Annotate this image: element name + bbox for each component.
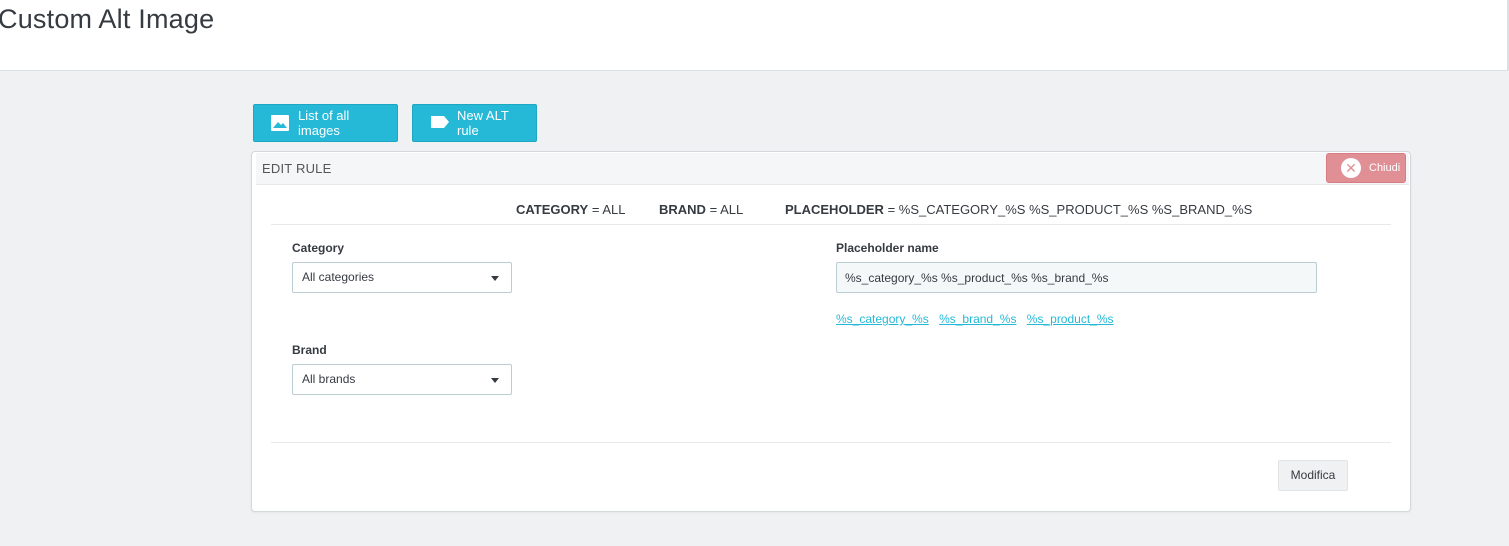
summary-placeholder-value: = %S_CATEGORY_%S %S_PRODUCT_%S %S_BRAND_… (887, 202, 1253, 217)
placeholder-label: Placeholder name (836, 241, 939, 255)
page-header: Custom Alt Image (0, 0, 1509, 71)
summary-brand: BRAND = ALL (659, 202, 743, 217)
tag-icon (429, 114, 449, 132)
divider (271, 224, 1391, 225)
token-link-product[interactable]: %s_product_%s (1027, 312, 1114, 326)
summary-placeholder-key: PLACEHOLDER (785, 202, 884, 217)
summary-category-value: = ALL (591, 202, 626, 217)
summary-brand-value: = ALL (709, 202, 744, 217)
close-label: Chiudi (1369, 162, 1401, 174)
page-title: Custom Alt Image (0, 4, 215, 34)
panel-title: EDIT RULE (262, 161, 332, 176)
list-images-label: List of all images (298, 108, 350, 138)
caret-down-icon (491, 276, 499, 281)
summary-brand-key: BRAND (659, 202, 706, 217)
new-alt-rule-label: New ALT rule (457, 108, 509, 138)
footer-divider (271, 442, 1391, 443)
close-circle-icon: ✕ (1341, 158, 1361, 178)
summary-category-key: CATEGORY (516, 202, 589, 217)
category-select[interactable]: All categories (292, 262, 512, 293)
token-link-category[interactable]: %s_category_%s (836, 312, 929, 326)
list-images-button[interactable]: List of all images (253, 104, 398, 142)
brand-select[interactable]: All brands (292, 364, 512, 395)
token-links: %s_category_%s %s_brand_%s %s_product_%s (836, 312, 1121, 326)
panel-heading: EDIT RULE (256, 153, 1409, 185)
close-button[interactable]: ✕ Chiudi (1326, 153, 1406, 183)
image-icon (270, 114, 290, 132)
brand-select-value: All brands (302, 372, 356, 386)
category-label: Category (292, 241, 345, 255)
modifica-button[interactable]: Modifica (1278, 460, 1348, 491)
edit-rule-panel: EDIT RULE ✕ Chiudi CATEGORY = ALL BRAND … (251, 151, 1411, 512)
new-alt-rule-button[interactable]: New ALT rule (412, 104, 537, 142)
summary-category: CATEGORY = ALL (516, 202, 625, 217)
brand-label: Brand (292, 343, 327, 357)
summary-placeholder: PLACEHOLDER = %S_CATEGORY_%S %S_PRODUCT_… (785, 202, 1252, 217)
category-select-value: All categories (302, 270, 375, 284)
caret-down-icon (491, 378, 499, 383)
placeholder-input[interactable]: %s_category_%s %s_product_%s %s_brand_%s (836, 262, 1317, 293)
placeholder-input-value: %s_category_%s %s_product_%s %s_brand_%s (845, 271, 1109, 285)
token-link-brand[interactable]: %s_brand_%s (939, 312, 1016, 326)
